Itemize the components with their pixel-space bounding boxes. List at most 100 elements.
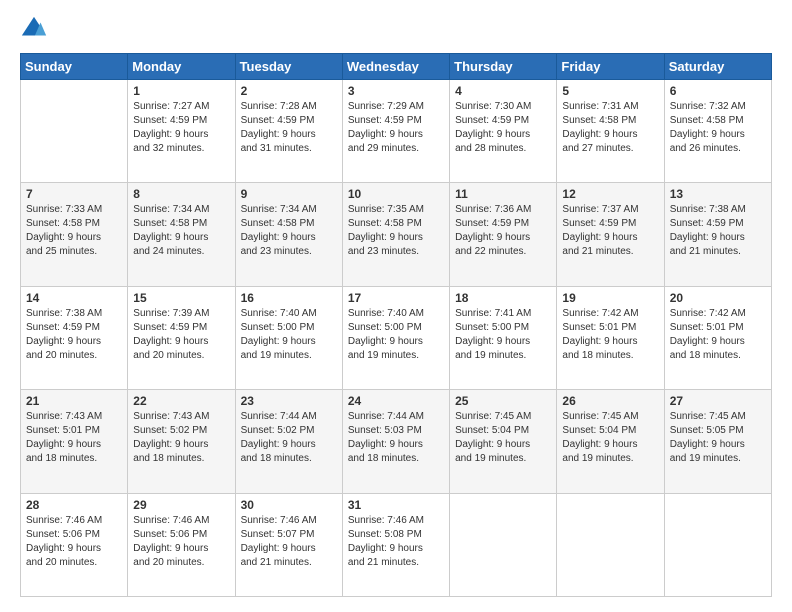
day-number: 1	[133, 84, 229, 98]
page: SundayMondayTuesdayWednesdayThursdayFrid…	[0, 0, 792, 612]
day-number: 29	[133, 498, 229, 512]
day-number: 18	[455, 291, 551, 305]
day-cell: 1 Sunrise: 7:27 AM Sunset: 4:59 PM Daylig…	[128, 80, 235, 183]
day-number: 11	[455, 187, 551, 201]
day-cell: 20Sunrise: 7:42 AM Sunset: 5:01 PM Dayli…	[664, 286, 771, 389]
cell-content: Sunrise: 7:46 AM Sunset: 5:06 PM Dayligh…	[26, 514, 122, 570]
cell-content: Sunrise: 7:45 AM Sunset: 5:04 PM Dayligh…	[455, 410, 551, 466]
cell-content: Sunrise: 7:27 AM Sunset: 4:59 PM Dayligh…	[133, 100, 229, 156]
col-header-thursday: Thursday	[450, 54, 557, 80]
day-number: 28	[26, 498, 122, 512]
day-cell: 5 Sunrise: 7:31 AM Sunset: 4:58 PM Daylig…	[557, 80, 664, 183]
day-cell: 15Sunrise: 7:39 AM Sunset: 4:59 PM Dayli…	[128, 286, 235, 389]
cell-content: Sunrise: 7:35 AM Sunset: 4:58 PM Dayligh…	[348, 203, 444, 259]
cell-content: Sunrise: 7:34 AM Sunset: 4:58 PM Dayligh…	[241, 203, 337, 259]
cell-content: Sunrise: 7:34 AM Sunset: 4:58 PM Dayligh…	[133, 203, 229, 259]
day-number: 15	[133, 291, 229, 305]
cell-content: Sunrise: 7:38 AM Sunset: 4:59 PM Dayligh…	[26, 307, 122, 363]
logo-icon	[20, 15, 48, 43]
day-cell: 4 Sunrise: 7:30 AM Sunset: 4:59 PM Daylig…	[450, 80, 557, 183]
day-cell: 17 Sunrise: 7:40 AM Sunset: 5:00 PM Dayli…	[342, 286, 449, 389]
cell-content: Sunrise: 7:46 AM Sunset: 5:07 PM Dayligh…	[241, 514, 337, 570]
day-cell: 22 Sunrise: 7:43 AM Sunset: 5:02 PM Dayli…	[128, 390, 235, 493]
calendar-table: SundayMondayTuesdayWednesdayThursdayFrid…	[20, 53, 772, 597]
cell-content: Sunrise: 7:42 AM Sunset: 5:01 PM Dayligh…	[562, 307, 658, 363]
day-cell: 7 Sunrise: 7:33 AM Sunset: 4:58 PM Daylig…	[21, 183, 128, 286]
day-cell: 30 Sunrise: 7:46 AM Sunset: 5:07 PM Dayli…	[235, 493, 342, 596]
day-cell: 19 Sunrise: 7:42 AM Sunset: 5:01 PM Dayli…	[557, 286, 664, 389]
col-header-sunday: Sunday	[21, 54, 128, 80]
day-cell: 14 Sunrise: 7:38 AM Sunset: 4:59 PM Dayli…	[21, 286, 128, 389]
week-row-1: 1 Sunrise: 7:27 AM Sunset: 4:59 PM Daylig…	[21, 80, 772, 183]
cell-content: Sunrise: 7:46 AM Sunset: 5:06 PM Dayligh…	[133, 514, 229, 570]
day-number: 22	[133, 394, 229, 408]
day-cell: 6Sunrise: 7:32 AM Sunset: 4:58 PM Daylig…	[664, 80, 771, 183]
day-number: 13	[670, 187, 766, 201]
col-header-saturday: Saturday	[664, 54, 771, 80]
day-number: 27	[670, 394, 766, 408]
col-header-monday: Monday	[128, 54, 235, 80]
day-number: 16	[241, 291, 337, 305]
day-cell	[664, 493, 771, 596]
cell-content: Sunrise: 7:37 AM Sunset: 4:59 PM Dayligh…	[562, 203, 658, 259]
week-row-3: 14 Sunrise: 7:38 AM Sunset: 4:59 PM Dayli…	[21, 286, 772, 389]
cell-content: Sunrise: 7:43 AM Sunset: 5:01 PM Dayligh…	[26, 410, 122, 466]
day-number: 10	[348, 187, 444, 201]
day-cell: 26 Sunrise: 7:45 AM Sunset: 5:04 PM Dayli…	[557, 390, 664, 493]
day-number: 14	[26, 291, 122, 305]
cell-content: Sunrise: 7:38 AM Sunset: 4:59 PM Dayligh…	[670, 203, 766, 259]
cell-content: Sunrise: 7:30 AM Sunset: 4:59 PM Dayligh…	[455, 100, 551, 156]
day-cell	[450, 493, 557, 596]
day-cell: 9 Sunrise: 7:34 AM Sunset: 4:58 PM Daylig…	[235, 183, 342, 286]
day-cell: 24 Sunrise: 7:44 AM Sunset: 5:03 PM Dayli…	[342, 390, 449, 493]
cell-content: Sunrise: 7:32 AM Sunset: 4:58 PM Dayligh…	[670, 100, 766, 156]
week-row-5: 28 Sunrise: 7:46 AM Sunset: 5:06 PM Dayli…	[21, 493, 772, 596]
cell-content: Sunrise: 7:44 AM Sunset: 5:03 PM Dayligh…	[348, 410, 444, 466]
day-cell: 28 Sunrise: 7:46 AM Sunset: 5:06 PM Dayli…	[21, 493, 128, 596]
day-number: 12	[562, 187, 658, 201]
day-number: 21	[26, 394, 122, 408]
day-cell: 11 Sunrise: 7:36 AM Sunset: 4:59 PM Dayli…	[450, 183, 557, 286]
day-cell: 27 Sunrise: 7:45 AM Sunset: 5:05 PM Dayli…	[664, 390, 771, 493]
day-cell: 2 Sunrise: 7:28 AM Sunset: 4:59 PM Daylig…	[235, 80, 342, 183]
week-row-2: 7 Sunrise: 7:33 AM Sunset: 4:58 PM Daylig…	[21, 183, 772, 286]
day-cell	[21, 80, 128, 183]
day-number: 9	[241, 187, 337, 201]
cell-content: Sunrise: 7:45 AM Sunset: 5:05 PM Dayligh…	[670, 410, 766, 466]
cell-content: Sunrise: 7:33 AM Sunset: 4:58 PM Dayligh…	[26, 203, 122, 259]
day-number: 17	[348, 291, 444, 305]
day-number: 3	[348, 84, 444, 98]
col-header-friday: Friday	[557, 54, 664, 80]
logo	[20, 15, 52, 43]
cell-content: Sunrise: 7:40 AM Sunset: 5:00 PM Dayligh…	[348, 307, 444, 363]
cell-content: Sunrise: 7:31 AM Sunset: 4:58 PM Dayligh…	[562, 100, 658, 156]
day-cell: 10 Sunrise: 7:35 AM Sunset: 4:58 PM Dayli…	[342, 183, 449, 286]
cell-content: Sunrise: 7:36 AM Sunset: 4:59 PM Dayligh…	[455, 203, 551, 259]
day-cell: 23Sunrise: 7:44 AM Sunset: 5:02 PM Dayli…	[235, 390, 342, 493]
day-number: 4	[455, 84, 551, 98]
day-number: 26	[562, 394, 658, 408]
day-number: 25	[455, 394, 551, 408]
cell-content: Sunrise: 7:29 AM Sunset: 4:59 PM Dayligh…	[348, 100, 444, 156]
cell-content: Sunrise: 7:44 AM Sunset: 5:02 PM Dayligh…	[241, 410, 337, 466]
day-cell: 25 Sunrise: 7:45 AM Sunset: 5:04 PM Dayli…	[450, 390, 557, 493]
day-cell: 12 Sunrise: 7:37 AM Sunset: 4:59 PM Dayli…	[557, 183, 664, 286]
day-number: 20	[670, 291, 766, 305]
day-number: 30	[241, 498, 337, 512]
cell-content: Sunrise: 7:43 AM Sunset: 5:02 PM Dayligh…	[133, 410, 229, 466]
day-number: 5	[562, 84, 658, 98]
header-row: SundayMondayTuesdayWednesdayThursdayFrid…	[21, 54, 772, 80]
day-number: 24	[348, 394, 444, 408]
col-header-wednesday: Wednesday	[342, 54, 449, 80]
day-number: 31	[348, 498, 444, 512]
day-cell: 29 Sunrise: 7:46 AM Sunset: 5:06 PM Dayli…	[128, 493, 235, 596]
day-number: 7	[26, 187, 122, 201]
cell-content: Sunrise: 7:28 AM Sunset: 4:59 PM Dayligh…	[241, 100, 337, 156]
day-number: 19	[562, 291, 658, 305]
cell-content: Sunrise: 7:40 AM Sunset: 5:00 PM Dayligh…	[241, 307, 337, 363]
cell-content: Sunrise: 7:45 AM Sunset: 5:04 PM Dayligh…	[562, 410, 658, 466]
day-number: 2	[241, 84, 337, 98]
day-cell: 13 Sunrise: 7:38 AM Sunset: 4:59 PM Dayli…	[664, 183, 771, 286]
cell-content: Sunrise: 7:46 AM Sunset: 5:08 PM Dayligh…	[348, 514, 444, 570]
day-cell: 31 Sunrise: 7:46 AM Sunset: 5:08 PM Dayli…	[342, 493, 449, 596]
